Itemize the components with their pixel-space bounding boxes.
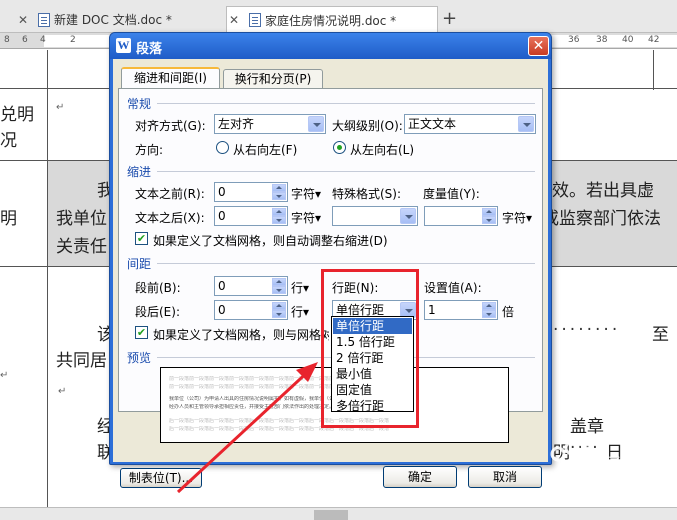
watermark-text: 经验	[600, 455, 644, 480]
watermark-url: jingyan.baidu.com	[539, 490, 642, 503]
watermark: 经验 jingyan.baidu.com	[536, 436, 676, 508]
arrow-shaft	[176, 366, 314, 494]
paw-logo-icon: 经验 jingyan.baidu.com	[539, 440, 644, 503]
